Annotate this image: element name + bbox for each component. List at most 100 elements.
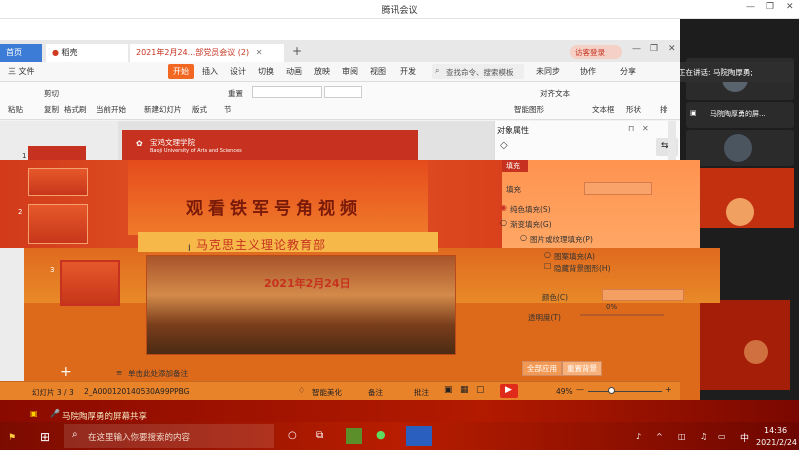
text-box-button[interactable]: 文本框 [592,104,615,115]
video-tile-4[interactable] [690,168,794,228]
from-current-button[interactable]: 当前开始 [96,104,126,115]
new-tab-icon[interactable]: + [292,44,302,58]
radio-selected-icon[interactable]: ◉ [500,203,507,212]
normal-view-icon[interactable]: ▣ [444,385,453,395]
layout-button[interactable]: 版式 [192,104,207,115]
arrange-button[interactable]: 排 [660,104,668,115]
reset-button[interactable]: 重置 [228,88,243,99]
add-slide-icon[interactable]: + [60,364,72,380]
font-size-select[interactable] [324,86,362,98]
notes-placeholder[interactable]: 单击此处添加备注 [128,368,188,379]
pin-icon[interactable]: ⊓ [628,124,634,133]
notes-button[interactable]: 备注 [368,387,383,398]
paste-button[interactable]: 粘贴 [8,104,23,115]
section-button[interactable]: 节 [224,104,232,115]
minimize-icon[interactable]: — [746,2,755,12]
pattern-fill-option[interactable]: 图案填充(A) [554,251,595,262]
share-button[interactable]: 分享 [620,66,636,77]
menu-review[interactable]: 审阅 [342,66,358,77]
shape-button[interactable]: 形状 [626,104,641,115]
new-slide-button[interactable]: 新建幻灯片 [144,104,182,115]
cut-button[interactable]: 剪切 [44,88,59,99]
tab-document-label: 2021年2月24...部党员会议 (2) [136,48,250,57]
task-view-icon[interactable]: ⧉ [316,430,323,441]
reading-view-icon[interactable]: ▢ [476,385,485,395]
menu-view[interactable]: 视图 [370,66,386,77]
close-tab-icon[interactable]: ✕ [256,48,263,57]
fill-tab[interactable]: 填充 [502,160,528,172]
maximize-icon[interactable]: ❐ [650,44,658,54]
collab-button[interactable]: 协作 [580,66,596,77]
video-tile-5[interactable] [700,300,790,390]
video-tile-3[interactable] [686,130,794,166]
login-button[interactable]: 访客登录 [570,45,622,59]
menu-start[interactable]: 开始 [168,64,194,79]
transparency-slider[interactable] [580,314,664,316]
slide2-thumbnail[interactable] [28,204,88,244]
cortana-icon[interactable]: ○ [288,430,297,441]
beautify-button[interactable]: 智能美化 [312,387,342,398]
zoom-slider-thumb[interactable] [608,387,615,394]
gradient-fill-option[interactable]: 渐变填充(G) [510,219,552,230]
windows-start-icon[interactable]: ⊞ [40,430,50,444]
notification-icon[interactable]: ⚑ [8,433,16,443]
format-painter-button[interactable]: 格式刷 [64,104,87,115]
color-select[interactable] [602,289,684,301]
radio-icon[interactable]: ○ [500,218,507,227]
menu-insert[interactable]: 插入 [202,66,218,77]
solid-fill-option[interactable]: 纯色填充(S) [510,204,551,215]
close-icon[interactable]: ✕ [786,2,794,12]
tray-chevron-icon[interactable]: ^ [656,432,663,441]
battery-icon[interactable]: ▭ [718,432,726,441]
close-icon[interactable]: ✕ [668,44,676,54]
font-name-select[interactable] [252,86,322,98]
tab-docer[interactable]: ● 稻壳 [46,44,128,62]
menu-file[interactable]: 三 文件 [8,66,35,77]
clock-date[interactable]: 2021/2/24 [756,438,797,447]
copy-button[interactable]: 复制 [44,104,59,115]
align-text-button[interactable]: 对齐文本 [540,88,570,99]
tab-home[interactable]: 首页 [0,44,42,62]
play-button[interactable]: ▶ [500,384,518,398]
fill-preset-select[interactable] [584,182,652,195]
wps-taskbar-icon[interactable] [346,428,362,444]
comments-button[interactable]: 批注 [414,387,429,398]
smart-graphic-button[interactable]: 智能图形 [514,104,544,115]
menu-transition[interactable]: 切换 [258,66,274,77]
tab-document[interactable]: 2021年2月24...部党员会议 (2) ✕ [130,44,284,62]
slide1-thumbnail-overlay[interactable] [28,168,88,196]
zoom-out-icon[interactable]: — [576,385,584,394]
wechat-icon[interactable]: ● [376,428,386,441]
zoom-slider[interactable] [588,391,662,392]
sorter-view-icon[interactable]: ▦ [460,385,469,395]
tencent-meeting-taskbar-icon[interactable] [406,426,432,446]
fill-bucket-icon[interactable]: ◇ [500,140,508,151]
ime-indicator[interactable]: 中 [740,431,749,444]
menu-slideshow[interactable]: 放映 [314,66,330,77]
sync-status[interactable]: 未同步 [536,66,560,77]
checkbox-icon[interactable]: ☐ [544,262,551,271]
maximize-icon[interactable]: ❐ [766,2,774,12]
volume-icon[interactable]: ♪ [636,432,641,441]
menu-developer[interactable]: 开发 [400,66,416,77]
taskbar-search[interactable]: ⌕ 在这里输入你要搜索的内容 [64,424,274,448]
apply-all-button[interactable]: 全部应用 [522,361,562,376]
radio-icon[interactable]: ○ [544,250,551,259]
reset-bg-button[interactable]: 重置背景 [562,361,602,376]
menu-animation[interactable]: 动画 [286,66,302,77]
transparency-value: 0% [606,303,618,311]
picture-fill-option[interactable]: 图片或纹理填充(P) [530,234,593,245]
minimize-icon[interactable]: — [632,44,641,54]
speaker-icon[interactable]: ♫ [700,432,707,441]
zoom-in-icon[interactable]: + [665,385,672,394]
slide3-thumbnail[interactable] [60,260,120,306]
radio-icon[interactable]: ○ [520,233,527,242]
video-tile-2[interactable]: ▣ 马院陶厚勇的屏... [686,102,794,128]
play-icon: ▶ [505,385,512,395]
clock-time[interactable]: 14:36 [764,426,787,435]
network-icon[interactable]: ◫ [678,432,686,441]
close-pane-icon[interactable]: ✕ [642,124,649,133]
menu-design[interactable]: 设计 [230,66,246,77]
command-search[interactable]: ⌕ 查找命令、搜索模板 [432,64,524,79]
hide-bg-option[interactable]: 隐藏背景图形(H) [554,263,611,274]
